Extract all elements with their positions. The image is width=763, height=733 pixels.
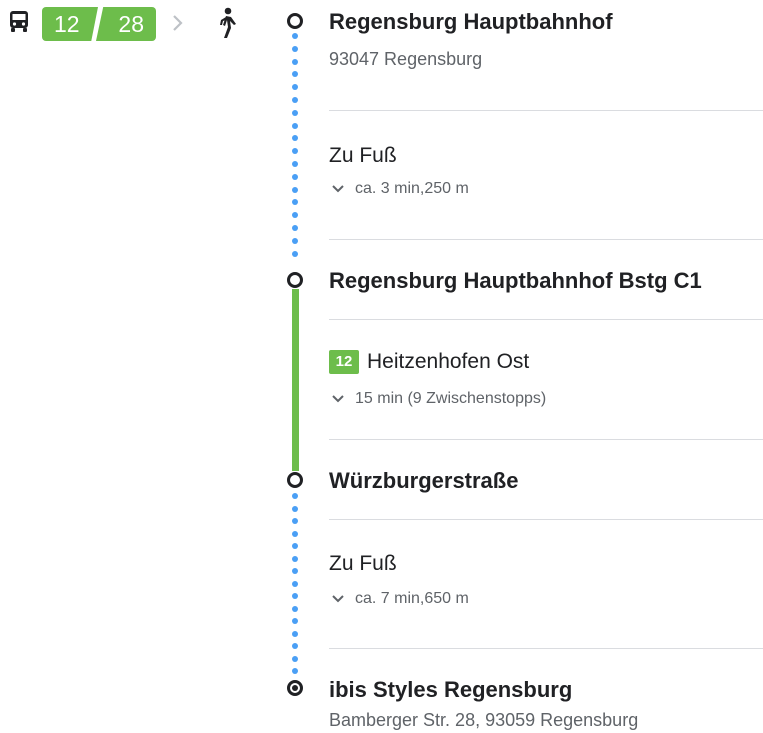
walk-path-dot bbox=[292, 237, 298, 244]
walk-path-dot bbox=[292, 212, 298, 219]
walk-path-dot bbox=[292, 593, 298, 599]
walk-path-dot bbox=[292, 225, 298, 231]
walk-path-dot bbox=[292, 543, 298, 549]
divider bbox=[329, 439, 763, 440]
walk-path-dot bbox=[292, 109, 298, 116]
route-badge: 12 bbox=[42, 7, 98, 41]
chevron-down-icon bbox=[332, 185, 344, 193]
walk-path-dot bbox=[292, 71, 298, 78]
walk-path-dot bbox=[292, 33, 298, 39]
divider bbox=[329, 319, 763, 320]
walk-step-details-toggle[interactable]: ca. 7 min,650 m bbox=[331, 590, 469, 608]
stop-end-name[interactable]: ibis Styles Regensburg bbox=[329, 677, 572, 703]
transit-step-detail: 15 min (9 Zwischenstopps) bbox=[355, 390, 547, 407]
walk-path-dot bbox=[292, 668, 298, 674]
walk-path-dot bbox=[292, 655, 298, 662]
walk-path-dot bbox=[292, 568, 298, 574]
walk-path-dot bbox=[292, 605, 298, 612]
walk-path-dot bbox=[292, 84, 298, 91]
walk-path-dot bbox=[292, 505, 298, 512]
walk-path-dot bbox=[292, 518, 298, 524]
walk-path-dot bbox=[292, 643, 298, 649]
transit-step-details-toggle[interactable]: 15 min (9 Zwischenstopps) bbox=[331, 390, 546, 408]
walk-path-dot bbox=[292, 122, 298, 129]
destination-node bbox=[287, 680, 303, 696]
stop-node-alight bbox=[287, 472, 303, 488]
stop-alight-name[interactable]: Würzburgerstraße bbox=[329, 468, 518, 494]
chevron-down-icon bbox=[332, 595, 344, 603]
route-line-badges[interactable]: 12 28 bbox=[42, 7, 156, 41]
stop-node-board bbox=[287, 272, 303, 288]
walk-path-dot bbox=[292, 618, 298, 624]
divider bbox=[329, 519, 763, 520]
walk-path-dot bbox=[292, 58, 298, 65]
walk-path-dot bbox=[292, 135, 298, 142]
walk-path-dot bbox=[292, 199, 298, 206]
walk-path-dot bbox=[292, 148, 298, 155]
walk-step-mode: Zu Fuß bbox=[329, 144, 397, 167]
walk-path-dot bbox=[292, 580, 298, 587]
chevron-down-icon bbox=[332, 395, 344, 403]
walk-path-dot bbox=[292, 530, 298, 537]
walking-icon bbox=[220, 7, 236, 38]
walk-path-dot bbox=[292, 555, 298, 562]
stop-start-address: 93047 Regensburg bbox=[329, 49, 483, 69]
line-badge: 12 bbox=[329, 350, 359, 374]
divider bbox=[329, 110, 763, 111]
walk-step-detail: ca. 3 min,250 m bbox=[355, 180, 469, 197]
walk-step-detail: ca. 7 min,650 m bbox=[355, 590, 469, 607]
walk-path-dot bbox=[292, 186, 298, 193]
walk-path-dot bbox=[292, 173, 298, 180]
walk-path-dot bbox=[292, 493, 298, 499]
stop-board-name[interactable]: Regensburg Hauptbahnhof Bstg C1 bbox=[329, 268, 702, 294]
walk-step-details-toggle[interactable]: ca. 3 min,250 m bbox=[331, 180, 469, 198]
walk-path-dot bbox=[292, 161, 298, 167]
transit-step: 12 Heitzenhofen Ost bbox=[329, 350, 529, 374]
bus-icon bbox=[10, 11, 28, 32]
walk-step-mode: Zu Fuß bbox=[329, 552, 397, 575]
stop-start-name[interactable]: Regensburg Hauptbahnhof bbox=[329, 9, 613, 35]
divider bbox=[329, 239, 763, 240]
transit-destination: Heitzenhofen Ost bbox=[367, 350, 530, 373]
walk-path-dot bbox=[292, 97, 298, 103]
divider bbox=[329, 648, 763, 649]
walk-path-dot bbox=[292, 45, 298, 52]
walk-path-dot bbox=[292, 250, 298, 257]
walk-path-dot bbox=[292, 630, 298, 637]
transit-line-bar bbox=[292, 289, 299, 471]
stop-end-address: Bamberger Str. 28, 93059 Regensburg bbox=[329, 710, 639, 730]
stop-node-start bbox=[287, 13, 303, 29]
chevron-right-icon bbox=[173, 15, 183, 31]
route-badge: 28 bbox=[96, 7, 156, 41]
